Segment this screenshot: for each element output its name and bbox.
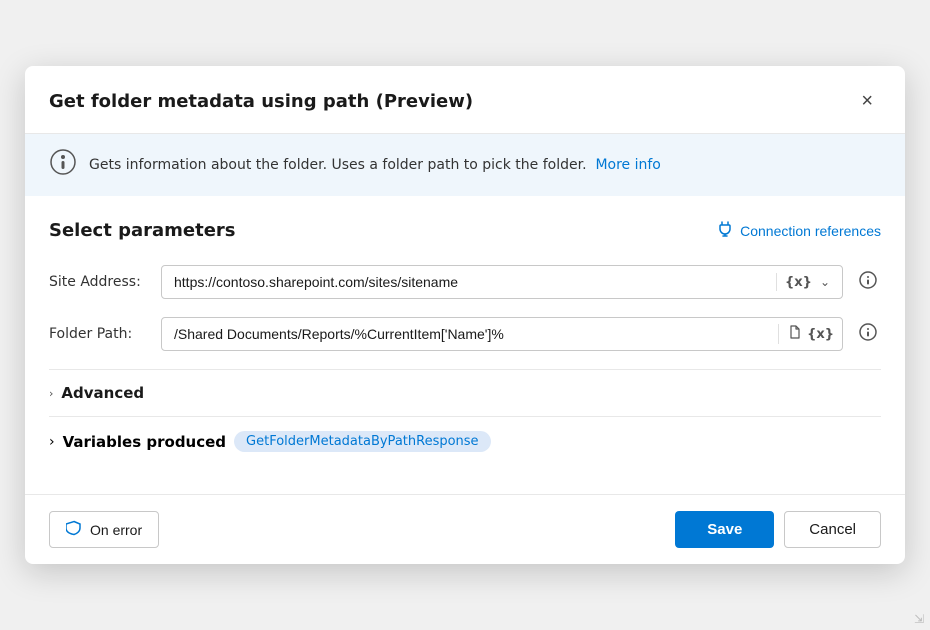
dialog: Get folder metadata using path (Preview)… [25,66,905,564]
dialog-footer: On error Save Cancel [25,494,905,564]
variable-badge: GetFolderMetadataByPathResponse [234,431,491,452]
on-error-label: On error [90,522,142,538]
section-title: Select parameters [49,220,236,241]
shield-icon [66,520,82,539]
footer-right: Save Cancel [675,511,881,548]
connection-ref-label: Connection references [740,223,881,239]
save-button[interactable]: Save [675,511,774,548]
dialog-header: Get folder metadata using path (Preview)… [25,66,905,134]
info-text: Gets information about the folder. Uses … [89,157,661,173]
dialog-title: Get folder metadata using path (Preview) [49,91,473,112]
site-address-input-wrapper: {x} ⌄ [161,265,843,299]
braces-icon-folder: {x} [807,327,834,342]
on-error-button[interactable]: On error [49,511,159,548]
folder-path-label: Folder Path: [49,326,149,342]
site-address-info-button[interactable] [855,267,881,298]
info-banner: Gets information about the folder. Uses … [25,134,905,196]
variables-produced-row[interactable]: › Variables produced GetFolderMetadataBy… [49,421,881,462]
site-address-actions: {x} ⌄ [776,273,842,291]
variables-label: Variables produced [63,433,226,451]
file-icon [787,324,803,344]
site-address-chevron-button[interactable]: ⌄ [816,273,834,291]
section-header: Select parameters Connection references [49,220,881,241]
braces-icon-site: {x} [785,275,812,290]
folder-path-info-button[interactable] [855,319,881,350]
folder-path-row: Folder Path: {x} [49,317,881,351]
cancel-button[interactable]: Cancel [784,511,881,548]
plug-icon [716,220,734,241]
variables-chevron-icon: › [49,434,55,450]
site-address-label: Site Address: [49,274,149,290]
dialog-body: Select parameters Connection references … [25,204,905,486]
folder-path-input-wrapper: {x} [161,317,843,351]
connection-references-button[interactable]: Connection references [716,220,881,241]
more-info-link[interactable]: More info [595,157,660,173]
resize-handle[interactable]: ⇲ [914,612,924,626]
advanced-label: Advanced [61,384,144,402]
advanced-chevron-icon: › [49,387,53,400]
folder-path-input[interactable] [162,318,778,350]
advanced-row[interactable]: › Advanced [49,374,881,412]
divider-2 [49,416,881,417]
folder-path-actions: {x} [778,324,842,344]
site-address-row: Site Address: {x} ⌄ [49,265,881,299]
divider-1 [49,369,881,370]
site-address-input[interactable] [162,266,776,298]
info-gear-icon [49,148,77,182]
close-button[interactable]: × [853,86,881,117]
